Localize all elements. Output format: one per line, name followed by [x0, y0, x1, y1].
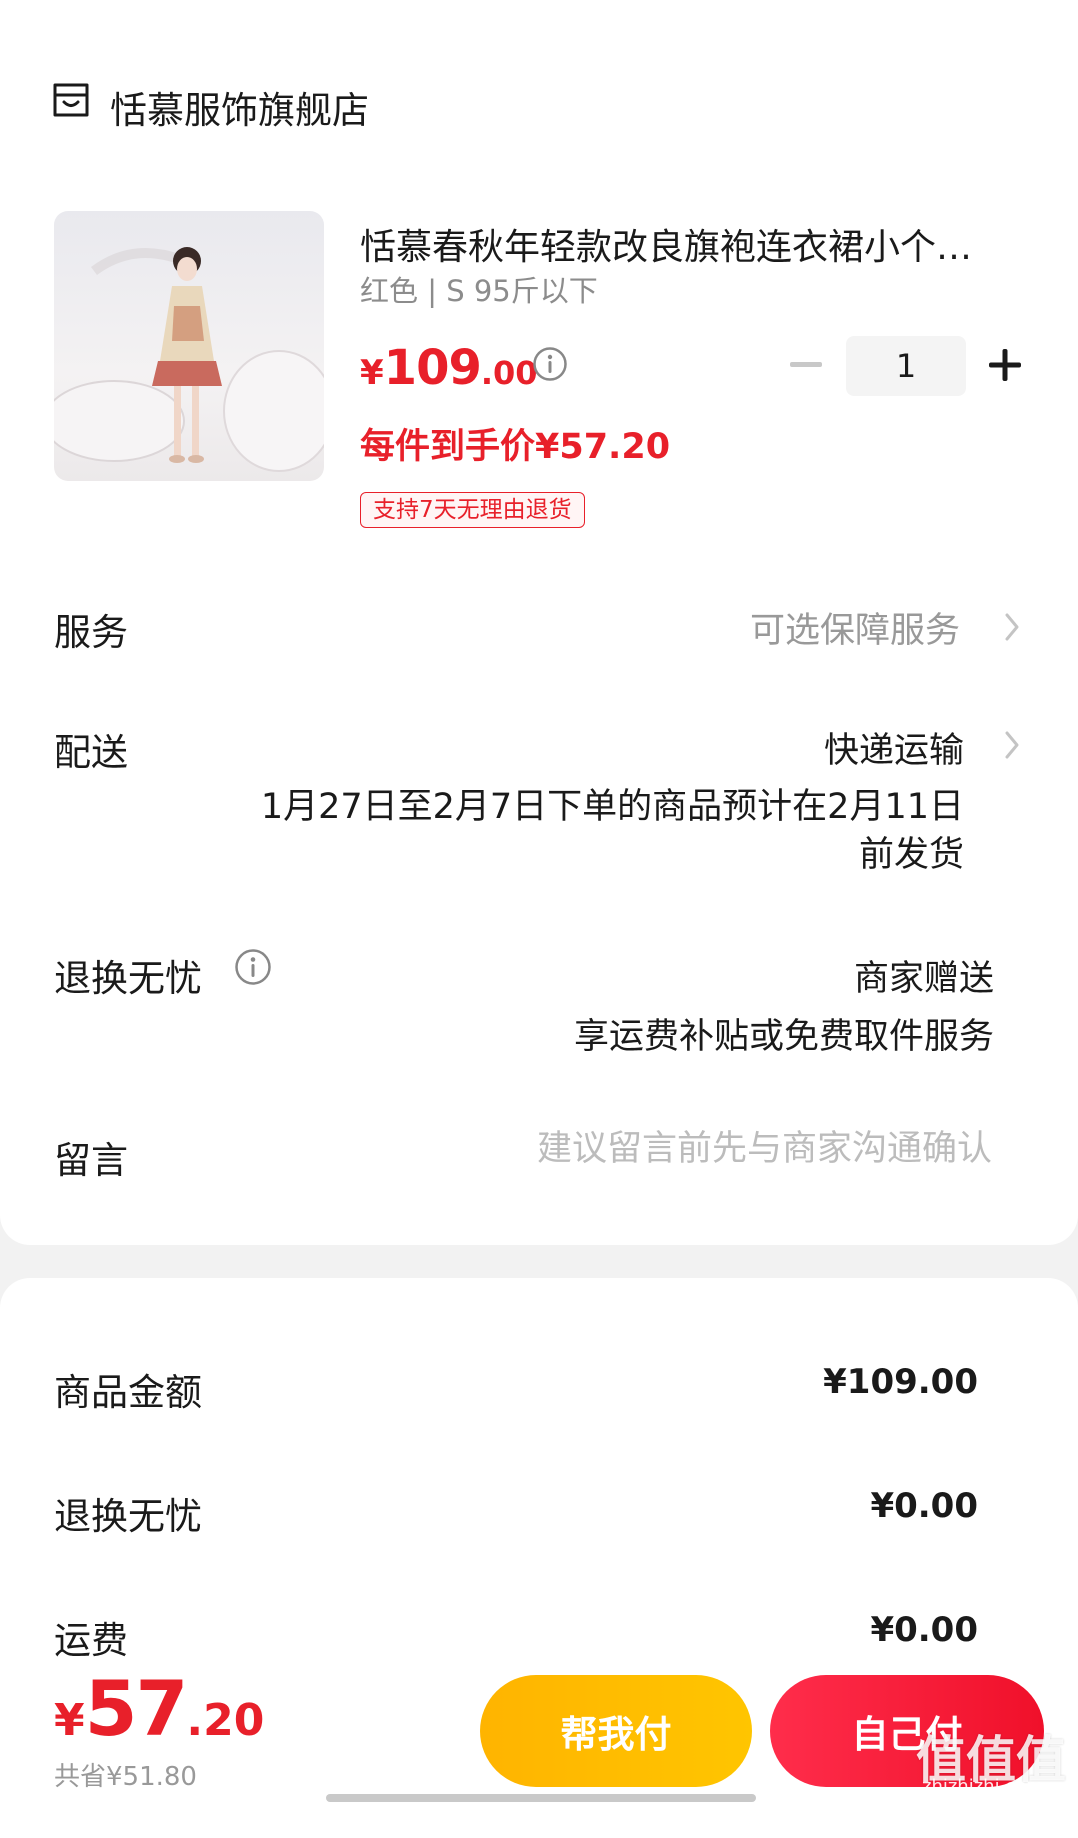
watermark-url: zhizhizhi.com [922, 1776, 1044, 1797]
worry-free-label: 退换无忧 [54, 957, 202, 1000]
product-price: ¥109.00 [360, 340, 538, 396]
quantity-decrease-button[interactable] [786, 345, 826, 385]
store-name[interactable]: 恬慕服饰旗舰店 [110, 80, 369, 134]
summary-worry-free-value: ¥0.00 [870, 1486, 978, 1526]
total-currency: ¥ [54, 1695, 85, 1746]
message-input[interactable] [430, 1128, 994, 1170]
savings-text: 共省¥51.80 [54, 1762, 197, 1792]
price-integer: 109 [383, 340, 482, 396]
message-label: 留言 [54, 1139, 128, 1182]
chevron-right-icon[interactable] [1002, 728, 1022, 762]
service-selector[interactable]: 可选保障服务 [750, 602, 960, 653]
delivery-method[interactable]: 快递运输 [824, 722, 964, 773]
price-info-icon[interactable] [532, 346, 568, 382]
total-price: ¥57.20 [54, 1664, 264, 1753]
worry-free-description: 享运费补贴或免费取件服务 [573, 1017, 994, 1057]
help-pay-button[interactable]: 帮我付 [480, 1675, 752, 1787]
summary-shipping-value: ¥0.00 [870, 1610, 978, 1650]
product-title[interactable]: 恬慕春秋年轻款改良旗袍连衣裙小个… [360, 218, 1025, 270]
delivery-estimate-line1: 1月27日至2月7日下单的商品预计在2月11日 [260, 787, 964, 827]
chevron-right-icon[interactable] [1002, 610, 1022, 644]
worry-free-value: 商家赠送 [853, 959, 994, 999]
price-currency: ¥ [360, 353, 384, 393]
summary-worry-free-label: 退换无忧 [54, 1495, 202, 1538]
store-icon[interactable] [52, 82, 90, 118]
delivery-label: 配送 [54, 731, 128, 774]
product-photo[interactable] [54, 211, 324, 481]
home-indicator[interactable] [326, 1794, 756, 1802]
quantity-increase-button[interactable] [985, 345, 1025, 385]
summary-shipping-label: 运费 [54, 1619, 128, 1662]
summary-goods-label: 商品金额 [54, 1371, 202, 1414]
price-decimal: .00 [480, 354, 538, 392]
quantity-value[interactable]: 1 [846, 336, 966, 396]
delivery-estimate-line2: 前发货 [858, 835, 964, 875]
summary-goods-value: ¥109.00 [823, 1362, 978, 1402]
product-spec[interactable]: 红色 | S 95斤以下 [360, 268, 598, 310]
total-integer: 57 [84, 1664, 189, 1753]
return-policy-badge: 支持7天无理由退货 [360, 492, 585, 528]
service-label: 服务 [54, 611, 128, 654]
total-decimal: .20 [186, 1695, 265, 1746]
worry-free-info-icon[interactable] [234, 948, 272, 986]
unit-final-price: 每件到手价¥57.20 [360, 427, 671, 467]
